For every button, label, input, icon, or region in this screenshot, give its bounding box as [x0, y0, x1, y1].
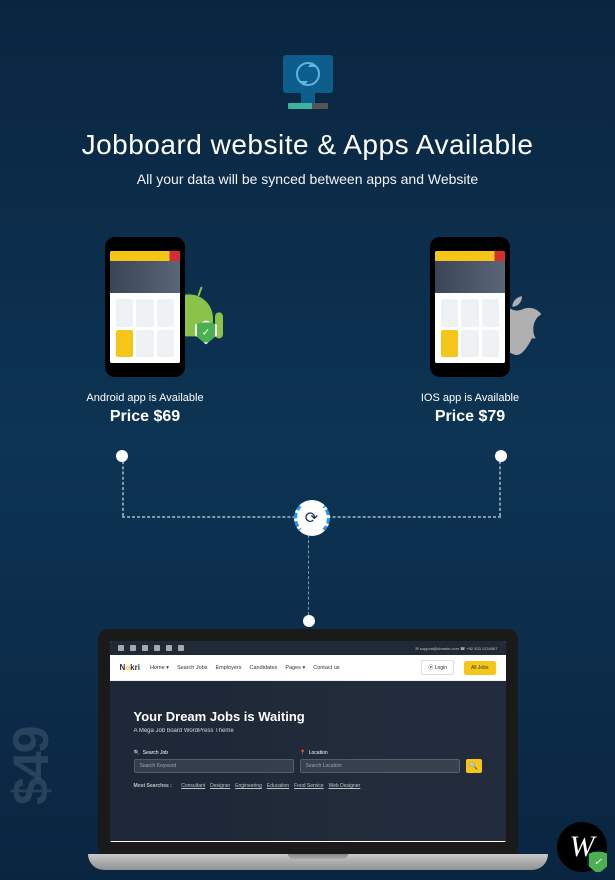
facebook-icon[interactable]: [118, 645, 124, 651]
login-button[interactable]: ⦿ Login: [421, 660, 454, 675]
tag-link[interactable]: Food Service: [294, 783, 323, 789]
sync-badge-icon: ⟳: [294, 500, 330, 536]
website-topbar: ✉ support@domain.com ☎ +92 333 1234567: [110, 641, 506, 655]
page-subtitle: All your data will be synced between app…: [0, 171, 615, 187]
tag-link[interactable]: Engineering: [235, 783, 262, 789]
android-phone-mockup: ✓: [105, 237, 185, 377]
all-jobs-button[interactable]: All Jobs: [464, 661, 496, 675]
ios-price: Price $79: [385, 408, 555, 426]
connector-dot-right: [495, 450, 507, 462]
tag-link[interactable]: Consultant: [181, 783, 205, 789]
nav-item[interactable]: Contact us: [313, 665, 339, 671]
popular-tags: Most Searches : ConsultantDesignerEngine…: [134, 783, 482, 789]
website-section: $49 ✉ support@domain.com ☎ +92 333 12345…: [0, 629, 615, 870]
nav-item[interactable]: Search Jobs: [177, 665, 208, 671]
website-navbar: Nokri Home ▾ Search Jobs Employers Candidat…: [110, 655, 506, 681]
website-hero-subtitle: A Mega Job board WordPress Theme: [134, 728, 482, 734]
computer-sync-icon: [283, 55, 333, 109]
search-location-input[interactable]: Search Location: [300, 759, 460, 773]
nav-item[interactable]: Candidates: [250, 665, 278, 671]
google-icon[interactable]: [142, 645, 148, 651]
security-shield-icon: ✓: [587, 850, 609, 874]
website-hero-title: Your Dream Jobs is Waiting: [134, 709, 482, 724]
website-price-bg: $49: [2, 728, 60, 805]
shield-icon: ✓: [195, 320, 217, 344]
search-job-input[interactable]: Search Keyword: [134, 759, 294, 773]
laptop-mockup[interactable]: ✉ support@domain.com ☎ +92 333 1234567 N…: [88, 629, 528, 870]
nav-item[interactable]: Employers: [216, 665, 242, 671]
ios-availability: IOS app is Available: [385, 392, 555, 404]
down-connector: [308, 535, 309, 615]
tag-link[interactable]: Education: [267, 783, 289, 789]
tag-link[interactable]: Designer: [210, 783, 230, 789]
topbar-contact: ✉ support@domain.com ☎ +92 333 1234567: [415, 646, 497, 651]
wordpress-badge[interactable]: W ✓: [557, 822, 607, 872]
android-price: Price $69: [60, 408, 230, 426]
android-availability: Android app is Available: [60, 392, 230, 404]
nav-item[interactable]: Home ▾: [150, 665, 169, 671]
apps-row: ✓ Android app is Available Price $69: [0, 187, 615, 426]
website-hero: Your Dream Jobs is Waiting A Mega Job bo…: [110, 681, 506, 841]
twitter-icon[interactable]: [130, 645, 136, 651]
behance-icon[interactable]: [166, 645, 172, 651]
hero-section: Jobboard website & Apps Available All yo…: [0, 0, 615, 187]
ios-phone-mockup: [430, 237, 510, 377]
search-button[interactable]: 🔍: [466, 759, 482, 773]
connector-diagram: ⟳: [122, 450, 501, 520]
tag-link[interactable]: Web Designer: [329, 783, 361, 789]
rss-icon[interactable]: [178, 645, 184, 651]
social-icons[interactable]: [118, 645, 184, 651]
search-location-label: 📍 Location: [300, 750, 460, 756]
linkedin-icon[interactable]: [154, 645, 160, 651]
website-logo[interactable]: Nokri: [120, 663, 140, 672]
android-app-card[interactable]: ✓ Android app is Available Price $69: [60, 237, 230, 426]
connector-dot-bottom: [303, 615, 315, 627]
page-title: Jobboard website & Apps Available: [0, 129, 615, 161]
nav-item[interactable]: Pages ▾: [285, 665, 305, 671]
ios-app-card[interactable]: IOS app is Available Price $79: [385, 237, 555, 426]
search-job-label: 🔍 Search Job: [134, 750, 294, 756]
